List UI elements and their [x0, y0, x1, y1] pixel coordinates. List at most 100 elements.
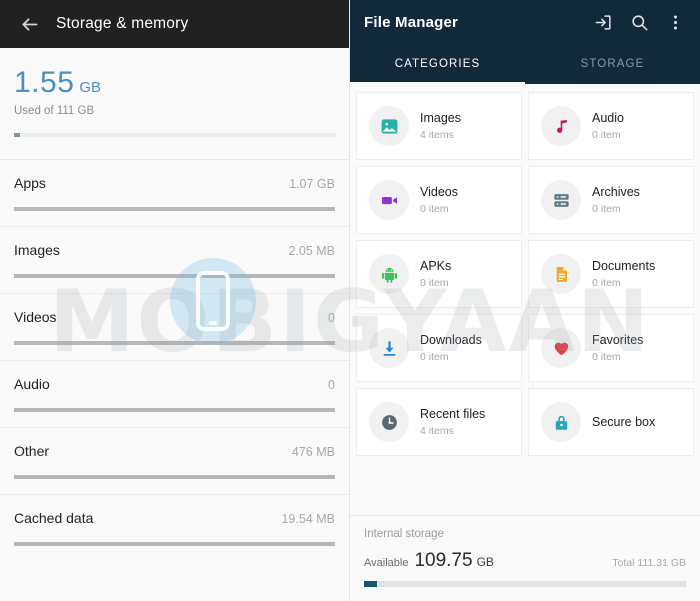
category-card-count: 4 items: [420, 425, 454, 437]
storage-row-bar-fill: [14, 207, 335, 211]
available-value: 109.75: [414, 550, 473, 571]
storage-row-label: Cached data: [14, 510, 94, 526]
transfer-to-device-icon[interactable]: [588, 7, 618, 37]
category-card-title: Favorites: [592, 333, 644, 347]
category-card-title: Archives: [592, 185, 640, 199]
storage-row-bar: [14, 274, 335, 278]
image-icon: [369, 106, 409, 146]
storage-row[interactable]: Videos 0: [0, 293, 349, 345]
used-value: 1.55: [14, 66, 75, 99]
category-card-count: 4 items: [420, 129, 454, 141]
used-unit: GB: [79, 79, 102, 96]
internal-storage-label: Internal storage: [364, 528, 444, 540]
category-card-downloads[interactable]: Downloads 0 item: [356, 314, 522, 382]
file-manager-screen: File Manager CATEGORIES STORAGE Images 4…: [350, 0, 700, 601]
used-amount: 1.55 GB: [14, 66, 335, 100]
available-row: Available 109.75 GB Total 111.31 GB: [364, 550, 686, 572]
category-card-audio[interactable]: Audio 0 item: [528, 92, 694, 160]
lock-icon: [541, 402, 581, 442]
total-storage-label: Total 111.31 GB: [612, 557, 686, 569]
category-card-title: Recent files: [420, 407, 486, 421]
storage-row-label: Other: [14, 443, 50, 459]
right-app-bar: File Manager CATEGORIES STORAGE: [350, 0, 700, 84]
storage-row-bar-fill: [14, 408, 335, 412]
storage-row[interactable]: Apps 1.07 GB: [0, 160, 349, 211]
storage-row-value: 0: [328, 378, 335, 392]
used-subtitle: Used of 111 GB: [14, 105, 95, 117]
back-arrow-icon[interactable]: [12, 7, 46, 41]
category-card-title: Images: [420, 111, 461, 125]
right-app-bar-top: File Manager: [350, 0, 700, 44]
category-card-archives[interactable]: Archives 0 item: [528, 166, 694, 234]
storage-row[interactable]: Audio 0: [0, 360, 349, 412]
storage-row-bar: [14, 475, 335, 479]
category-card-count: 0 item: [592, 129, 621, 141]
category-card-videos[interactable]: Videos 0 item: [356, 166, 522, 234]
category-card-title: Secure box: [592, 415, 656, 429]
storage-row[interactable]: Other 476 MB: [0, 427, 349, 479]
category-card-count: 0 item: [592, 351, 621, 363]
android-icon: [369, 254, 409, 294]
storage-row-bar: [14, 207, 335, 211]
storage-summary: 1.55 GB Used of 111 GB: [0, 48, 349, 143]
storage-row-value: 2.05 MB: [288, 244, 335, 258]
category-card-title: APKs: [420, 259, 452, 273]
storage-row-label: Videos: [14, 309, 57, 325]
total-storage-bar: [14, 133, 336, 137]
video-camera-icon: [369, 180, 409, 220]
app-title: File Manager: [364, 13, 459, 31]
internal-storage-bar: [364, 581, 686, 587]
storage-memory-screen: Storage & memory 1.55 GB Used of 111 GB …: [0, 0, 350, 601]
archive-icon: [541, 180, 581, 220]
category-card-count: 0 item: [420, 203, 449, 215]
category-card-title: Audio: [592, 111, 624, 125]
storage-row-bar: [14, 408, 335, 412]
page-title: Storage & memory: [56, 15, 189, 32]
category-card-count: 0 item: [592, 277, 621, 289]
storage-row-value: 19.54 MB: [281, 512, 335, 526]
category-card-images[interactable]: Images 4 items: [356, 92, 522, 160]
category-card-documents[interactable]: Documents 0 item: [528, 240, 694, 308]
tab-categories[interactable]: CATEGORIES: [350, 44, 525, 84]
storage-row-label: Apps: [14, 175, 46, 191]
category-card-count: 0 item: [420, 351, 449, 363]
download-icon: [369, 328, 409, 368]
tab-storage[interactable]: STORAGE: [525, 44, 700, 84]
left-app-bar: Storage & memory: [0, 0, 349, 48]
music-note-icon: [541, 106, 581, 146]
total-storage-bar-fill: [14, 133, 21, 137]
storage-row[interactable]: Cached data 19.54 MB: [0, 494, 349, 546]
storage-row-bar: [14, 542, 335, 546]
file-manager-tabs: CATEGORIES STORAGE: [350, 44, 700, 84]
storage-row[interactable]: Images 2.05 MB: [0, 226, 349, 278]
storage-row-bar: [14, 341, 335, 345]
category-card-title: Documents: [592, 259, 656, 273]
clock-icon: [369, 402, 409, 442]
available-label: Available: [364, 557, 409, 569]
storage-row-bar-fill: [14, 274, 335, 278]
category-card-count: 0 item: [420, 277, 449, 289]
category-card-title: Videos: [420, 185, 458, 199]
storage-row-bar-fill: [14, 341, 335, 345]
overflow-menu-icon[interactable]: [660, 7, 690, 37]
category-card-apks[interactable]: APKs 0 item: [356, 240, 522, 308]
search-icon[interactable]: [624, 7, 654, 37]
storage-row-label: Images: [14, 242, 60, 258]
storage-row-value: 1.07 GB: [289, 177, 335, 191]
category-card-grid: Images 4 items Audio 0 item Videos 0 item Arch…: [350, 84, 700, 456]
category-card-favorites[interactable]: Favorites 0 item: [528, 314, 694, 382]
storage-row-label: Audio: [14, 376, 50, 392]
internal-storage-footer: Internal storage Available 109.75 GB Tot…: [350, 515, 700, 601]
category-card-recent-files[interactable]: Recent files 4 items: [356, 388, 522, 456]
available-unit: GB: [476, 555, 494, 569]
heart-icon: [541, 328, 581, 368]
storage-row-value: 476 MB: [291, 445, 335, 459]
category-card-title: Downloads: [420, 333, 482, 347]
storage-row-bar-fill: [14, 475, 335, 479]
internal-storage-bar-fill: [364, 581, 377, 587]
category-card-secure-box[interactable]: Secure box: [528, 388, 694, 456]
document-icon: [541, 254, 581, 294]
storage-row-bar-fill: [14, 542, 335, 546]
category-card-count: 0 item: [592, 203, 621, 215]
storage-row-value: 0: [328, 311, 335, 325]
